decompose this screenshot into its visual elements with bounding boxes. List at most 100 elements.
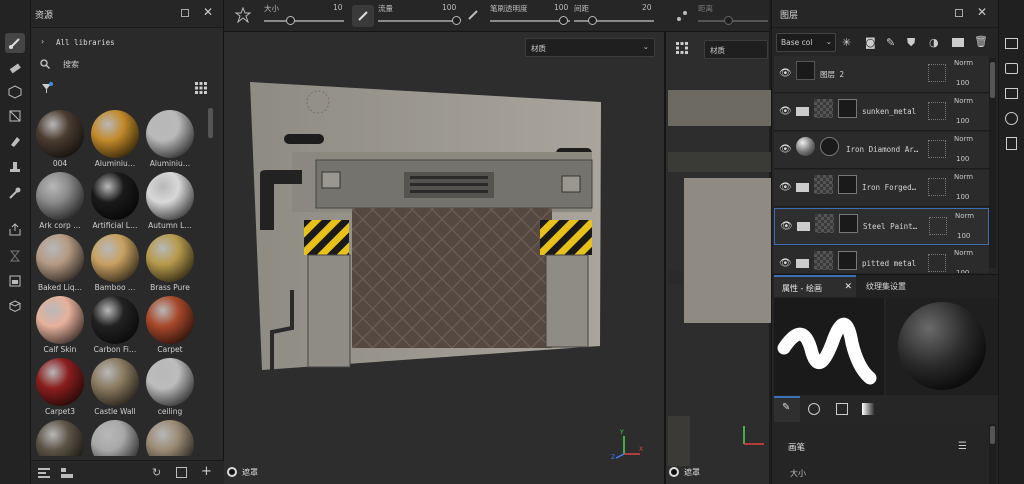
material-thumbnail[interactable]: 004 [34, 110, 86, 168]
layer-opacity[interactable]: 100 [957, 232, 970, 240]
eye-icon[interactable]: 👁 [779, 258, 792, 269]
search-input[interactable]: 搜索 [63, 59, 79, 70]
uv-material-dropdown[interactable]: 材质 [704, 40, 768, 59]
add-mask-icon[interactable]: ◙ [865, 36, 876, 49]
layer-name[interactable]: pitted metal [862, 259, 924, 268]
layer-name[interactable]: Iron Diamond Ar… [846, 145, 924, 154]
shader-settings-icon[interactable] [1005, 88, 1018, 99]
layer-opacity[interactable]: 100 [956, 79, 969, 87]
eye-icon[interactable]: 👁 [779, 106, 792, 117]
eraser-icon[interactable] [5, 58, 25, 78]
filter-icon[interactable] [41, 82, 53, 96]
history-icon[interactable] [1005, 112, 1018, 125]
material-thumbnail[interactable]: Autumn L… [144, 172, 196, 230]
preset-menu-icon[interactable]: ☰ [958, 441, 967, 452]
close-icon[interactable]: ✕ [203, 5, 213, 19]
distance-slider-handle[interactable] [724, 16, 733, 25]
add-icon[interactable]: + [201, 464, 212, 479]
geometry-mask-icon[interactable] [5, 106, 25, 126]
pen-pressure-size-button[interactable] [352, 5, 374, 27]
list-icon[interactable] [38, 467, 50, 481]
chevron-right-icon[interactable]: › [41, 37, 44, 46]
cube-icon[interactable] [5, 296, 25, 316]
material-thumbnail[interactable] [89, 420, 141, 456]
layer-row[interactable]: 👁 Iron Forged… Norm 100 [774, 170, 989, 207]
blend-mode-select[interactable]: Norm [954, 135, 973, 143]
scrollbar-track[interactable] [989, 58, 996, 268]
layer-mask-slot[interactable] [928, 178, 946, 196]
scrollbar[interactable] [990, 62, 995, 98]
grid-view-icon[interactable] [195, 82, 207, 96]
log-icon[interactable] [1006, 137, 1017, 150]
material-thumbnail[interactable] [144, 420, 196, 456]
stroke-opacity-slider[interactable] [490, 20, 570, 22]
material-thumbnail[interactable] [34, 420, 86, 456]
blend-mode-select[interactable]: Norm [955, 212, 974, 220]
viewport-mask-toggle[interactable]: 遮罩 [226, 464, 286, 482]
material-thumbnail[interactable]: Carbon Fi… [89, 296, 141, 354]
layer-name[interactable]: Steel Paint… [863, 222, 925, 231]
layer-opacity[interactable]: 100 [956, 269, 969, 273]
float-panel-icon[interactable] [955, 9, 963, 17]
layer-row[interactable]: 👁 Steel Paint… Norm 100 [774, 208, 989, 245]
projection-icon[interactable] [5, 82, 25, 102]
add-effect-icon[interactable]: ✳ [842, 36, 851, 49]
tab-properties-paint[interactable]: 属性 - 绘画 ✕ [774, 275, 856, 297]
lazy-mouse-icon[interactable] [676, 10, 688, 24]
blend-mode-select[interactable]: Norm [954, 173, 973, 181]
layer-name[interactable]: sunken_metal [862, 107, 924, 116]
material-tab-icon[interactable] [862, 403, 874, 415]
blend-mode-select[interactable]: Norm [954, 97, 973, 105]
add-smart-material-icon[interactable]: ◑ [929, 36, 939, 49]
display-settings-icon[interactable] [1005, 38, 1018, 49]
size-slider-handle[interactable] [286, 16, 295, 25]
close-icon[interactable]: ✕ [844, 282, 852, 292]
channel-select[interactable]: Base col ⌄ [776, 33, 836, 52]
properties-scrollbar[interactable] [989, 424, 996, 484]
layer-row[interactable]: 👁 图层 2 Norm 100 [774, 56, 989, 93]
collection-icon[interactable] [61, 467, 73, 481]
uv-mask-toggle[interactable]: 遮罩 [668, 464, 728, 482]
flow-slider[interactable] [378, 20, 458, 22]
float-panel-icon[interactable] [181, 9, 189, 17]
eye-icon[interactable]: 👁 [779, 144, 792, 155]
alpha-tab-icon[interactable] [808, 403, 820, 415]
material-thumbnail[interactable]: Carpet3 [34, 358, 86, 416]
size-value[interactable]: 10 [333, 3, 343, 12]
layer-mask-slot[interactable] [928, 64, 946, 82]
stencil-tab-icon[interactable] [836, 403, 848, 415]
eye-icon[interactable]: 👁 [780, 221, 793, 232]
add-fill-layer-icon[interactable]: ⛊ [907, 36, 915, 50]
all-libraries-link[interactable]: All libraries [56, 38, 115, 47]
spacing-value[interactable]: 20 [642, 3, 652, 12]
layer-opacity[interactable]: 100 [956, 117, 969, 125]
blend-mode-select[interactable]: Norm [954, 249, 973, 257]
layer-row[interactable]: 👁 Iron Diamond Ar… Norm 100 [774, 132, 989, 169]
material-thumbnail[interactable]: Carpet [144, 296, 196, 354]
distance-slider[interactable] [698, 20, 768, 22]
close-icon[interactable]: ✕ [977, 5, 987, 19]
eye-icon[interactable]: 👁 [779, 68, 792, 79]
layer-row[interactable]: 👁 pitted metal Norm 100 [774, 246, 989, 273]
uv-grid-icon[interactable] [676, 42, 688, 56]
layer-row[interactable]: 👁 sunken_metal Norm 100 [774, 94, 989, 131]
material-picker-icon[interactable] [5, 183, 25, 203]
material-thumbnail[interactable]: Calf Skin [34, 296, 86, 354]
layer-opacity[interactable]: 100 [956, 155, 969, 163]
size-slider[interactable] [264, 20, 344, 22]
scrollbar[interactable] [208, 108, 213, 138]
flow-slider-handle[interactable] [452, 16, 461, 25]
layer-mask-slot[interactable] [928, 140, 946, 158]
2d-texture-view[interactable]: 材质 遮罩 [664, 32, 771, 484]
material-thumbnail[interactable]: Castle Wall [89, 358, 141, 416]
smudge-icon[interactable] [5, 131, 25, 151]
add-paint-layer-icon[interactable]: ✎ [886, 36, 895, 49]
add-folder-icon[interactable] [952, 38, 964, 47]
layer-opacity[interactable]: 100 [956, 193, 969, 201]
eye-icon[interactable]: 👁 [779, 182, 792, 193]
layer-name[interactable]: 图层 2 [820, 69, 924, 80]
material-thumbnail[interactable]: Bamboo … [89, 234, 141, 292]
stroke-opacity-slider-handle[interactable] [559, 16, 568, 25]
flow-value[interactable]: 100 [442, 3, 456, 12]
material-thumbnail[interactable]: Aluminiu… [89, 110, 141, 168]
